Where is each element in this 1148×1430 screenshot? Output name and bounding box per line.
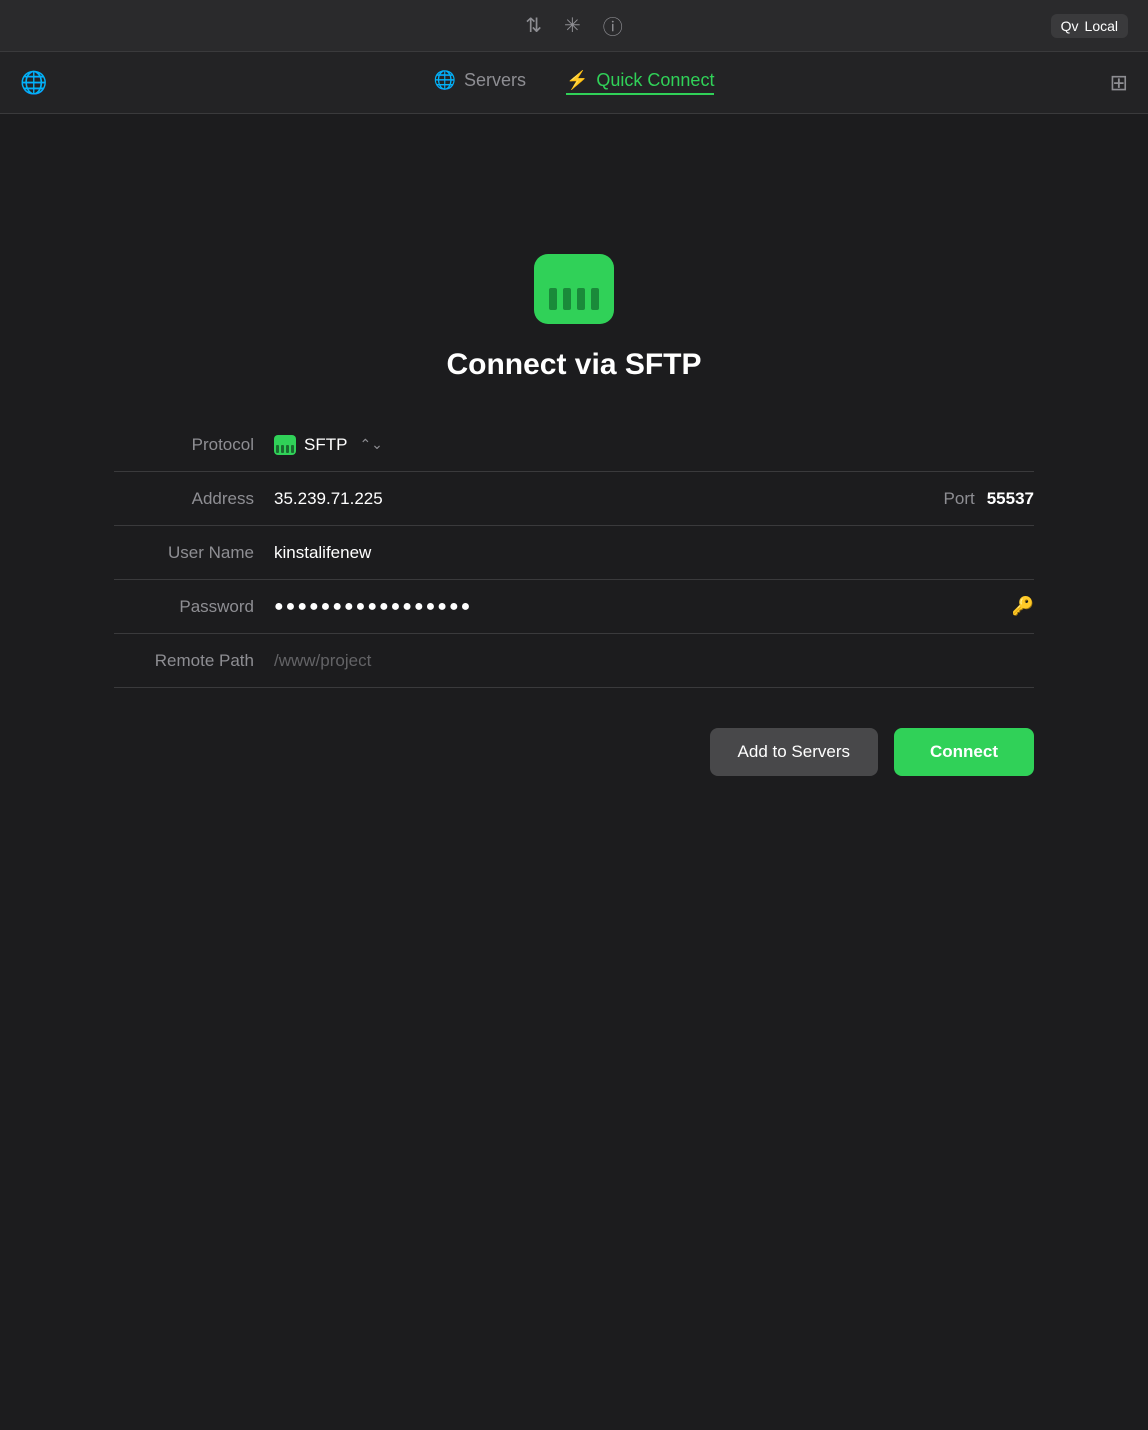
password-row-inner: ●●●●●●●●●●●●●●●●● 🔑 xyxy=(274,596,1034,617)
tab-bar: 🌐 🌐 Servers ⚡ Quick Connect ⊞ xyxy=(0,52,1148,114)
servers-tab-label: Servers xyxy=(464,70,526,91)
port-label: Port xyxy=(944,489,975,509)
username-text[interactable]: kinstalifenew xyxy=(274,543,371,563)
address-row-inner: 35.239.71.225 Port 55537 xyxy=(274,489,1034,509)
username-row: User Name kinstalifenew xyxy=(114,526,1034,580)
add-to-servers-button[interactable]: Add to Servers xyxy=(710,728,878,776)
password-row: Password ●●●●●●●●●●●●●●●●● 🔑 xyxy=(114,580,1034,634)
username-label: User Name xyxy=(114,543,274,563)
sftp-icon xyxy=(534,254,614,324)
address-row: Address 35.239.71.225 Port 55537 xyxy=(114,472,1034,526)
remote-path-label: Remote Path xyxy=(114,651,274,671)
tab-bar-center: 🌐 Servers ⚡ Quick Connect xyxy=(20,70,1128,95)
globe-tab-icon: 🌐 xyxy=(434,70,456,91)
grid-icon[interactable]: ⊞ xyxy=(1110,70,1128,95)
tab-bar-right: ⊞ xyxy=(1110,70,1128,96)
port-value[interactable]: 55537 xyxy=(987,489,1034,509)
lightning-icon: ⚡ xyxy=(566,70,588,91)
local-selector[interactable]: Qv Local xyxy=(1051,14,1128,38)
password-dots[interactable]: ●●●●●●●●●●●●●●●●● xyxy=(274,598,1012,616)
remote-path-value-container: /www/project xyxy=(274,651,1034,671)
protocol-text: SFTP xyxy=(304,435,347,455)
sftp-icon-pins xyxy=(549,288,599,310)
spinner-icon[interactable]: ✳ xyxy=(564,13,581,38)
tab-bar-left: 🌐 xyxy=(20,70,47,96)
main-content: Connect via SFTP Protocol SFTP ⌃⌄ xyxy=(0,114,1148,816)
remote-path-row: Remote Path /www/project xyxy=(114,634,1034,688)
proto-pin-4 xyxy=(291,445,294,453)
protocol-selector[interactable]: SFTP ⌃⌄ xyxy=(274,435,383,455)
proto-pin-1 xyxy=(276,445,279,453)
password-label: Password xyxy=(114,597,274,617)
quick-connect-tab-label: Quick Connect xyxy=(596,70,714,91)
tab-servers[interactable]: 🌐 Servers xyxy=(434,70,526,95)
password-value-container: ●●●●●●●●●●●●●●●●● 🔑 xyxy=(274,596,1034,617)
key-icon[interactable]: 🔑 xyxy=(1012,596,1034,617)
username-value: kinstalifenew xyxy=(274,543,1034,563)
globe-icon: 🌐 xyxy=(20,70,47,96)
pin-2 xyxy=(563,288,571,310)
local-prefix: Qv xyxy=(1061,18,1079,34)
connect-title: Connect via SFTP xyxy=(446,348,701,382)
sftp-icon-container xyxy=(534,254,614,324)
protocol-sftp-icon xyxy=(274,435,296,455)
info-icon[interactable]: ⓘ xyxy=(603,11,623,40)
pin-1 xyxy=(549,288,557,310)
local-label: Local xyxy=(1085,18,1118,34)
pin-3 xyxy=(577,288,585,310)
title-bar: ⇅ ✳ ⓘ Qv Local xyxy=(0,0,1148,52)
form-container: Protocol SFTP ⌃⌄ Address 3 xyxy=(114,418,1034,688)
protocol-label: Protocol xyxy=(114,435,274,455)
stepper-icon[interactable]: ⌃⌄ xyxy=(359,436,382,453)
title-bar-icons: ⇅ ✳ ⓘ xyxy=(525,11,623,40)
address-value[interactable]: 35.239.71.225 xyxy=(274,489,944,509)
transfer-icon[interactable]: ⇅ xyxy=(525,13,542,38)
pin-4 xyxy=(591,288,599,310)
proto-pin-2 xyxy=(281,445,284,453)
address-value-container: 35.239.71.225 Port 55537 xyxy=(274,489,1034,509)
address-label: Address xyxy=(114,489,274,509)
remote-path-value[interactable]: /www/project xyxy=(274,651,371,671)
tab-quick-connect[interactable]: ⚡ Quick Connect xyxy=(566,70,714,95)
proto-pin-3 xyxy=(286,445,289,453)
protocol-row: Protocol SFTP ⌃⌄ xyxy=(114,418,1034,472)
connect-button[interactable]: Connect xyxy=(894,728,1034,776)
button-row: Add to Servers Connect xyxy=(114,728,1034,776)
protocol-value: SFTP ⌃⌄ xyxy=(274,435,1034,455)
